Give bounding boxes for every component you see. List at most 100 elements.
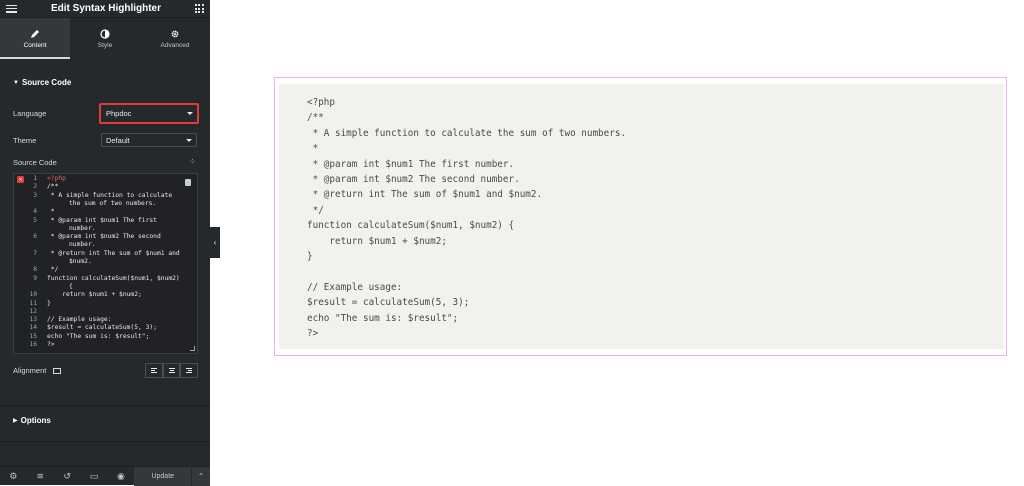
line-code: ?> <box>47 341 55 348</box>
preview-eye-icon[interactable]: ◉ <box>108 467 135 486</box>
line-code: <?php <box>47 175 66 182</box>
line-number: 5 <box>33 216 37 224</box>
line-number: 3 <box>33 191 37 199</box>
language-value: Phpdoc <box>106 109 132 118</box>
line-code: * @param int $num2 The second <box>47 233 161 241</box>
line-number: 16 <box>29 341 37 348</box>
alignment-label: Alignment <box>13 366 62 375</box>
line-code: function calculateSum($num1, $num2) <box>47 274 180 282</box>
alignment-buttons <box>145 363 199 378</box>
source-code-label: Source Code <box>13 158 57 167</box>
line-code: // Example usage: <box>47 316 112 324</box>
caret-down-icon: ▼ <box>13 79 19 86</box>
preview-code-line: * @return int The sum of $num1 and $num2… <box>307 189 543 201</box>
hamburger-menu-icon[interactable] <box>6 4 17 13</box>
caret-right-icon: ▶ <box>13 418 18 424</box>
line-wrap: number. <box>69 224 96 232</box>
line-number: 14 <box>29 324 37 332</box>
layers-icon[interactable]: ≋ <box>27 467 54 486</box>
preview-code-line: } <box>307 251 313 262</box>
preview-widget[interactable]: <?php /** * A simple function to calculat… <box>274 77 1007 356</box>
chevron-up-icon[interactable]: ⌃ <box>191 466 211 486</box>
code-block: <?php /** * A simple function to calculat… <box>279 84 1004 349</box>
preview-code-line: * @param int $num1 The first number. <box>307 158 515 170</box>
line-number: 13 <box>29 316 37 324</box>
panel-tabs: Content Style Advanced <box>0 18 210 59</box>
align-center-button[interactable] <box>162 363 181 378</box>
gear-icon <box>171 30 179 37</box>
line-number: 12 <box>29 307 37 315</box>
line-number: 11 <box>29 299 37 307</box>
theme-select[interactable]: Default <box>101 133 197 147</box>
line-code: $result = calculateSum(5, 3); <box>47 324 157 332</box>
alignment-label-text: Alignment <box>13 366 47 375</box>
line-wrap: $num2. <box>69 258 92 265</box>
chevron-down-icon <box>186 139 192 142</box>
preview-code-line: */ <box>307 204 324 216</box>
code-editor[interactable]: ✕ 1 <?php 2 /** 3 * A simple function to cal… <box>13 173 198 354</box>
line-code: * <box>47 208 55 216</box>
line-code: } <box>47 299 51 307</box>
section-source-code[interactable]: ▼ Source Code <box>13 78 71 87</box>
responsive-icon[interactable]: ▭ <box>81 467 108 486</box>
tab-advanced[interactable]: Advanced <box>140 18 210 59</box>
sidebar-header: Edit Syntax Highlighter <box>0 0 210 18</box>
theme-value: Default <box>106 135 130 145</box>
line-number: 1 <box>33 175 37 182</box>
align-right-button[interactable] <box>180 363 199 378</box>
language-select[interactable]: Phpdoc <box>99 103 199 124</box>
tab-content[interactable]: Content <box>0 18 70 59</box>
bottom-toolbar: ⚙ ≋ ↺ ▭ ◉ Update ⌃ <box>0 466 211 486</box>
dynamic-tags-icon[interactable]: ⁘ <box>189 157 196 166</box>
line-number: 9 <box>33 274 37 282</box>
align-left-button[interactable] <box>145 363 163 378</box>
line-code: * @return int The sum of $num1 and <box>47 249 180 257</box>
collapse-panel-button[interactable]: ‹ <box>210 227 220 258</box>
update-button[interactable]: Update <box>134 466 192 486</box>
section-options[interactable]: ▶ Options <box>13 416 51 425</box>
line-code: */ <box>47 266 59 274</box>
tab-style[interactable]: Style <box>70 18 140 59</box>
line-number: 7 <box>33 249 37 257</box>
preview-code-line: return $num1 + $num2; <box>307 235 447 247</box>
apps-grid-icon[interactable] <box>194 4 204 13</box>
panel-title: Edit Syntax Highlighter <box>50 3 161 14</box>
resize-handle-icon[interactable] <box>190 346 195 351</box>
section-source-code-label: Source Code <box>21 78 72 87</box>
line-code: return $num1 + $num2; <box>47 291 142 299</box>
divider <box>0 441 210 442</box>
preview-code-line: * <box>307 143 319 155</box>
contrast-icon <box>100 28 110 39</box>
line-code: * @param int $num1 The first <box>47 216 157 224</box>
chevron-down-icon <box>187 112 193 115</box>
theme-label: Theme <box>13 136 37 145</box>
align-center-icon <box>168 368 175 373</box>
desktop-icon[interactable] <box>53 368 62 375</box>
line-code: /** <box>47 183 59 191</box>
line-wrap: number. <box>69 241 96 249</box>
line-number: 10 <box>29 291 37 299</box>
preview-code-line: ?> <box>307 328 319 339</box>
pencil-icon <box>31 29 39 38</box>
preview-code-line: /** <box>307 112 324 124</box>
line-number: 2 <box>33 183 37 191</box>
trash-icon[interactable] <box>185 179 191 186</box>
tab-content-label: Content <box>23 41 47 49</box>
line-number: 6 <box>33 233 37 241</box>
align-right-icon <box>186 368 193 373</box>
preview-code-line: * A simple function to calculate the sum… <box>307 127 627 139</box>
divider <box>0 405 210 406</box>
history-icon[interactable]: ↺ <box>54 467 81 486</box>
preview-code-line: <?php <box>307 97 335 108</box>
line-wrap: { <box>69 282 73 290</box>
line-number: 8 <box>33 266 37 274</box>
tab-advanced-label: Advanced <box>160 41 190 49</box>
settings-icon[interactable]: ⚙ <box>0 467 27 486</box>
line-code: * A simple function to calculate <box>47 191 173 199</box>
line-number: 4 <box>33 208 37 216</box>
line-code: echo "The sum is: $result"; <box>47 332 150 340</box>
error-icon: ✕ <box>17 176 24 183</box>
preview-code-line: // Example usage: <box>307 281 403 293</box>
preview-code-line: * @param int $num2 The second number. <box>307 174 520 185</box>
align-left-icon <box>150 368 157 373</box>
